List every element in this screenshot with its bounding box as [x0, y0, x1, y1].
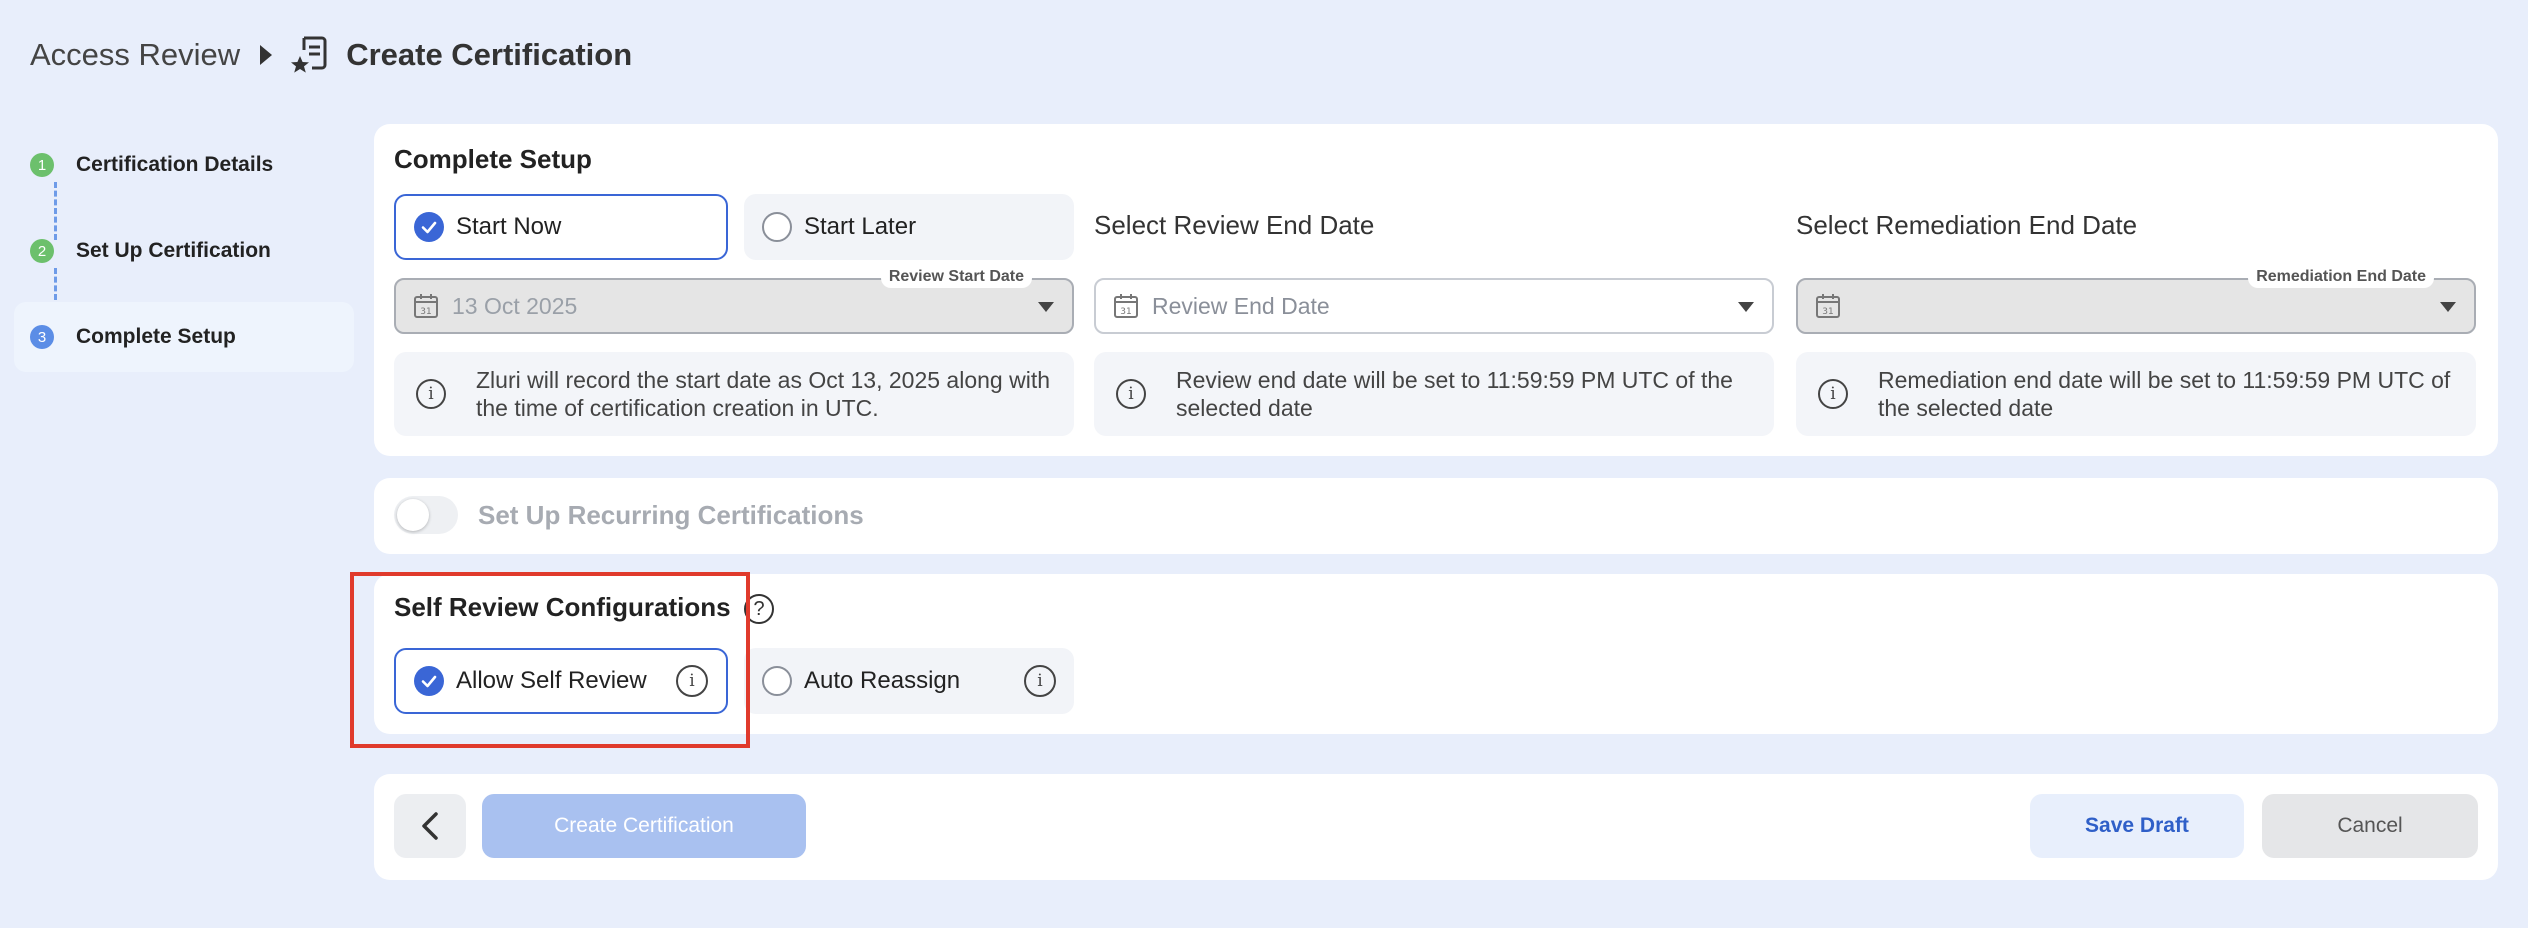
breadcrumb-access-review[interactable]: Access Review [30, 37, 240, 73]
remediation-end-date-label: Remediation End Date [2248, 266, 2434, 288]
calendar-day-text: 31 [1822, 307, 1833, 317]
start-later-label: Start Later [804, 213, 917, 240]
review-start-date-label: Review Start Date [880, 266, 1032, 288]
calendar-day-text: 31 [1120, 307, 1131, 317]
breadcrumb-separator-icon [260, 45, 273, 65]
actions-card: Create Certification Save Draft Cancel [374, 774, 2498, 880]
review-start-info-text: Zluri will record the start date as Oct … [476, 367, 1051, 421]
stepper: 1 Certification Details 2 Set Up Certifi… [14, 130, 354, 372]
chevron-down-icon [1738, 302, 1754, 312]
review-end-date-title: Select Review End Date [1094, 210, 1375, 240]
chevron-left-icon [422, 812, 438, 840]
certification-icon [291, 36, 327, 73]
step-label: Certification Details [76, 153, 274, 176]
remediation-end-date-title: Select Remediation End Date [1796, 210, 2138, 240]
remediation-end-info-text: Remediation end date will be set to 11:5… [1878, 367, 2451, 421]
page-title: Create Certification [346, 37, 633, 72]
calendar-icon: 31 [1816, 294, 1840, 318]
create-certification-button[interactable]: Create Certification [482, 794, 806, 858]
info-icon: i [1818, 379, 1848, 409]
info-icon[interactable]: i [1024, 665, 1056, 697]
cancel-button[interactable]: Cancel [2262, 794, 2478, 858]
step-number: 3 [30, 325, 54, 349]
step-set-up-certification[interactable]: 2 Set Up Certification [14, 216, 354, 286]
review-end-info: i Review end date will be set to 11:59:5… [1094, 352, 1774, 436]
recurring-toggle[interactable] [394, 496, 458, 534]
info-icon: i [1116, 379, 1146, 409]
step-label: Complete Setup [76, 325, 236, 348]
toggle-knob [397, 499, 429, 531]
checkmark-icon [414, 212, 444, 242]
back-button[interactable] [394, 794, 466, 858]
recurring-label: Set Up Recurring Certifications [478, 500, 864, 530]
breadcrumb: Access Review Create Certification [30, 30, 632, 80]
save-draft-button[interactable]: Save Draft [2030, 794, 2244, 858]
calendar-icon: 31 [414, 294, 438, 318]
remediation-end-date-field: 31 Remediation End Date [1796, 266, 2476, 334]
auto-reassign-option[interactable]: Auto Reassign i [744, 648, 1074, 714]
chevron-down-icon [2440, 302, 2456, 312]
step-number: 1 [30, 153, 54, 177]
review-end-info-text: Review end date will be set to 11:59:59 … [1176, 367, 1733, 421]
remediation-end-info: i Remediation end date will be set to 11… [1796, 352, 2476, 436]
complete-setup-card: Complete Setup Start Now Start Later Sel… [374, 124, 2498, 456]
step-certification-details[interactable]: 1 Certification Details [14, 130, 354, 200]
info-icon: i [416, 379, 446, 409]
calendar-icon: 31 [1114, 294, 1138, 318]
step-number: 2 [30, 239, 54, 263]
recurring-card: Set Up Recurring Certifications [374, 478, 2498, 554]
calendar-day-text: 31 [420, 307, 431, 317]
auto-reassign-label: Auto Reassign [804, 667, 961, 694]
review-start-info: i Zluri will record the start date as Oc… [394, 352, 1074, 436]
complete-setup-title: Complete Setup [394, 144, 592, 174]
review-start-date-field: 31 13 Oct 2025 Review Start Date [394, 266, 1074, 334]
start-now-option[interactable]: Start Now [394, 194, 728, 260]
step-complete-setup[interactable]: 3 Complete Setup [14, 302, 354, 372]
radio-icon [762, 666, 792, 696]
start-later-option[interactable]: Start Later [744, 194, 1074, 260]
review-start-date-value: 13 Oct 2025 [452, 292, 578, 319]
highlight-box [350, 572, 750, 748]
start-now-label: Start Now [456, 213, 562, 240]
review-end-date-field[interactable]: 31 Review End Date [1094, 278, 1774, 334]
radio-icon [762, 212, 792, 242]
chevron-down-icon [1038, 302, 1054, 312]
step-label: Set Up Certification [76, 239, 271, 262]
review-end-date-placeholder: Review End Date [1152, 292, 1330, 319]
